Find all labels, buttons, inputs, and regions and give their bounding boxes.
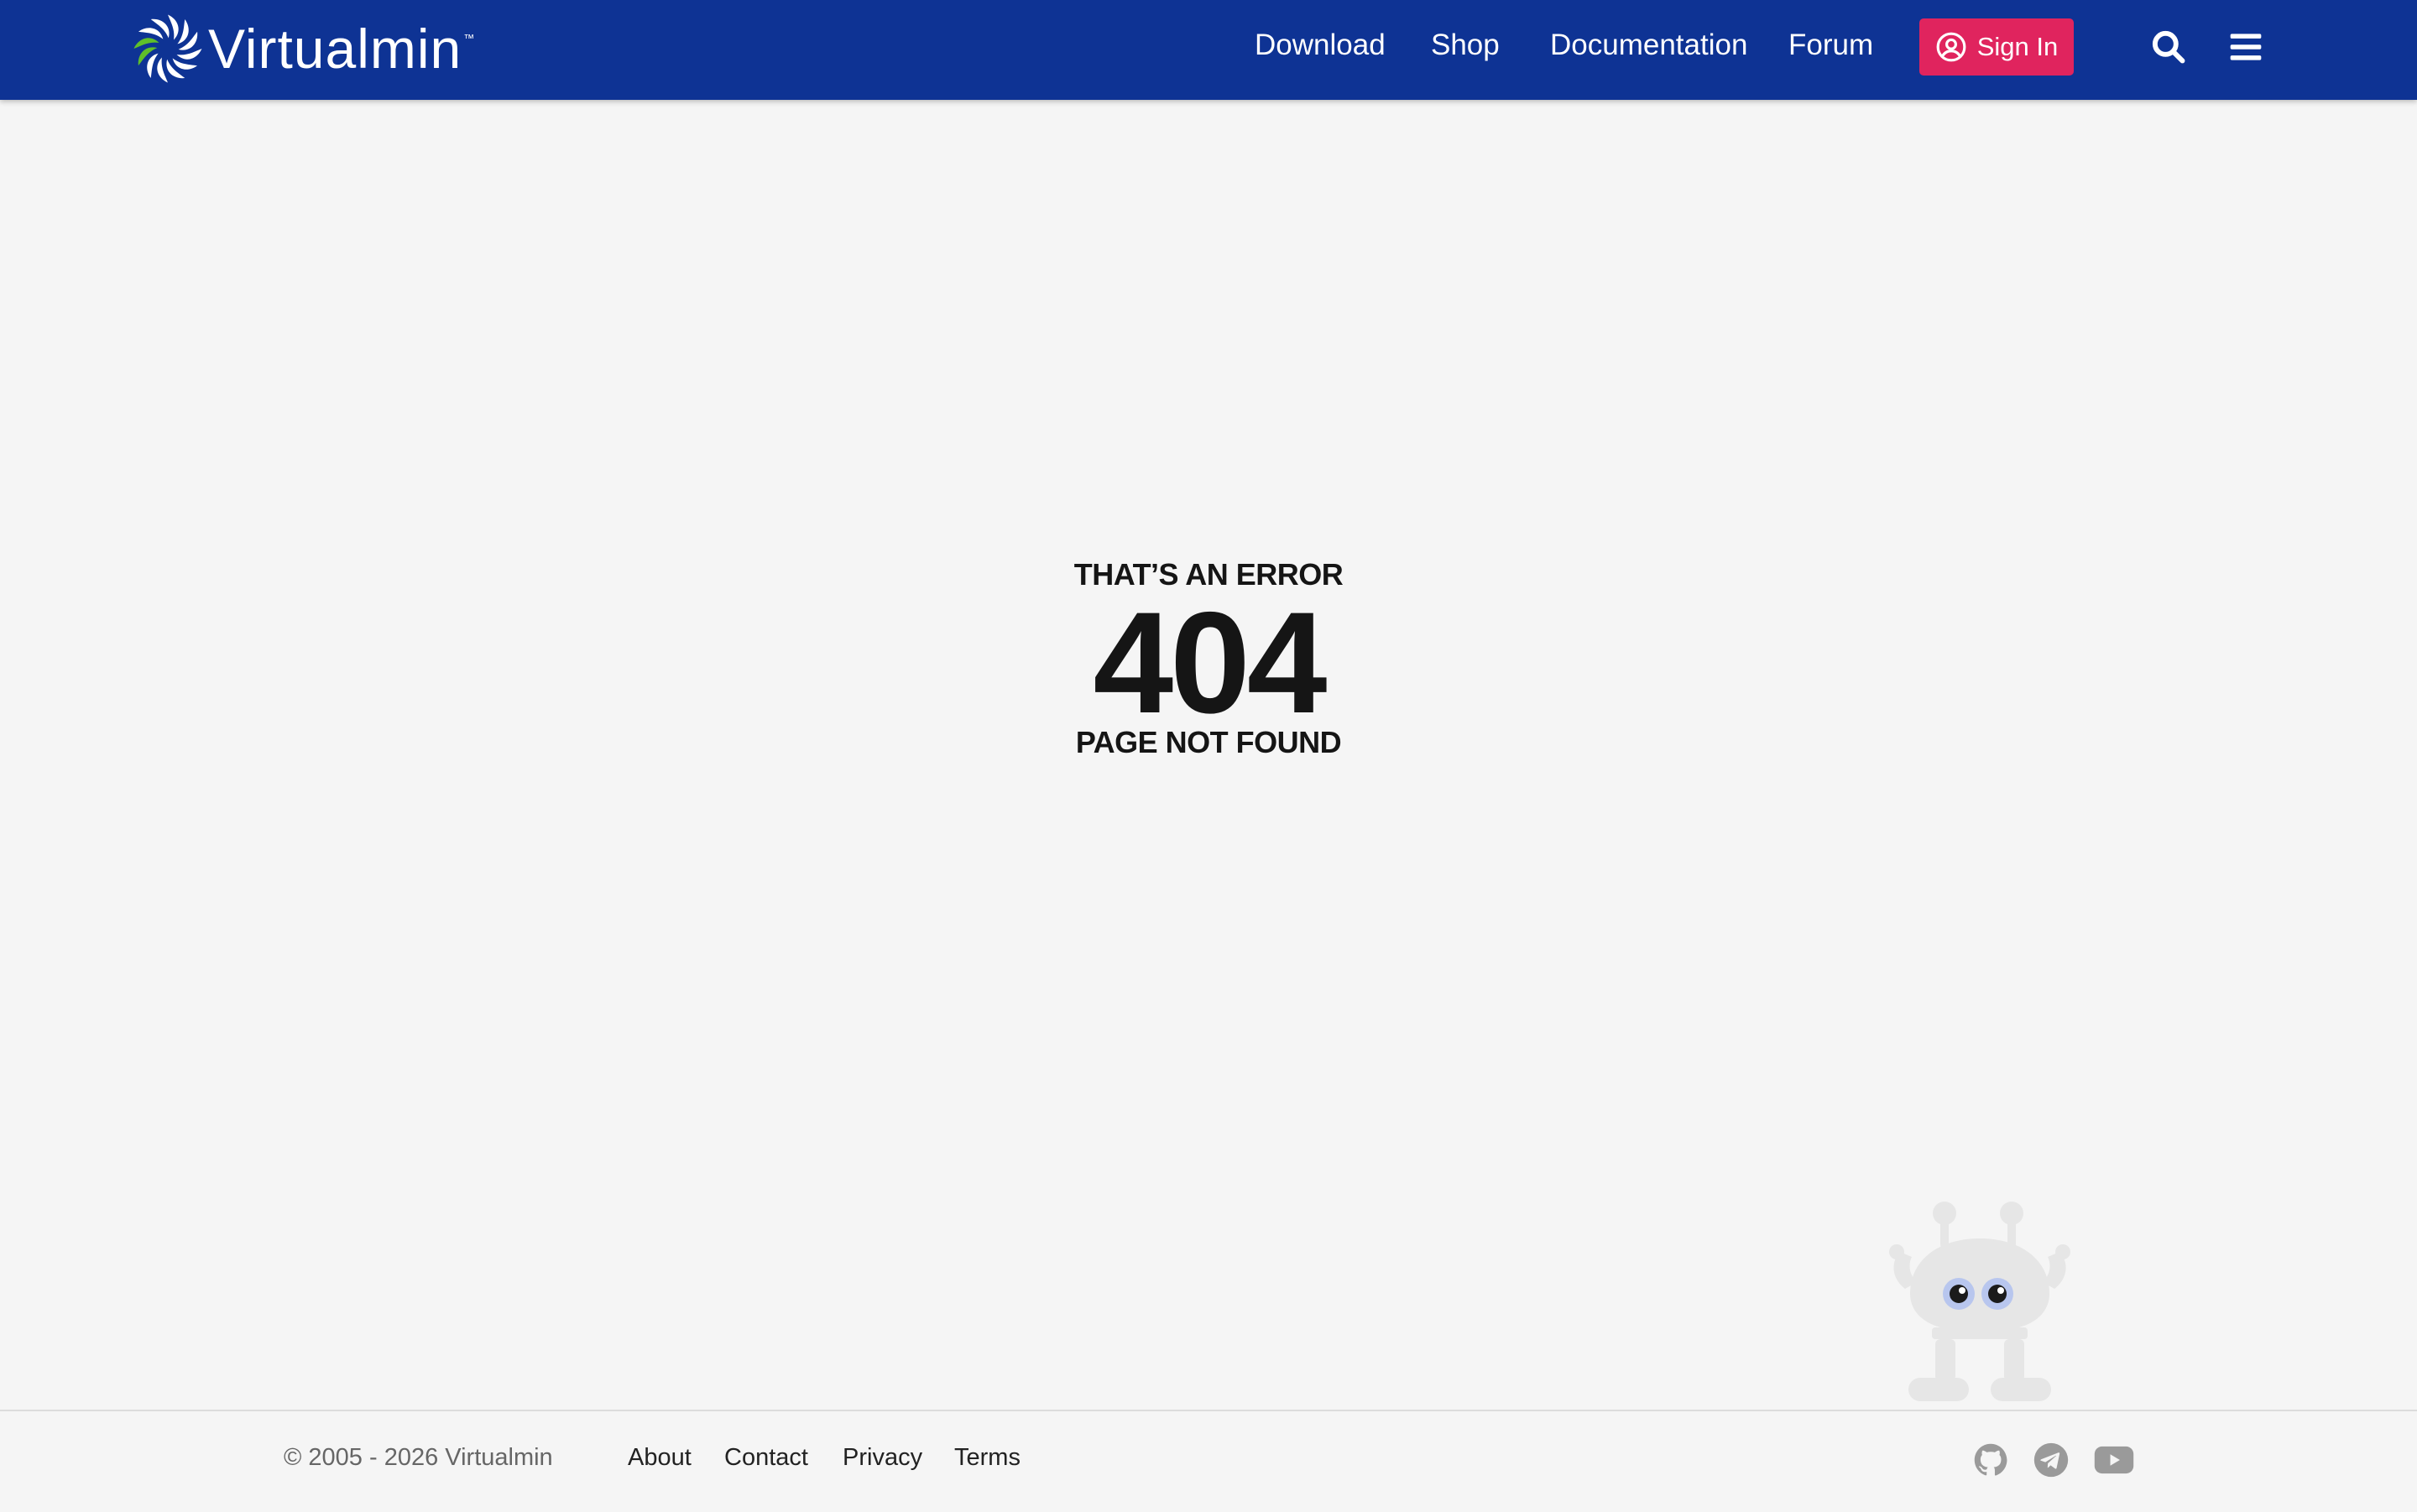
robot-mascot-icon (1889, 1202, 2070, 1401)
nav-forum[interactable]: Forum (1788, 29, 1873, 62)
sign-in-label: Sign In (1976, 32, 2059, 61)
telegram-icon[interactable] (2033, 1442, 2070, 1478)
site-footer: © 2005 - 2026 Virtualmin About Contact P… (0, 1410, 2417, 1512)
footer-link-privacy[interactable]: Privacy (843, 1444, 922, 1472)
site-header: Virtualmin ™ Download Shop Documentation… (0, 0, 2417, 100)
nav-shop[interactable]: Shop (1431, 29, 1500, 62)
youtube-icon[interactable] (2093, 1442, 2135, 1478)
footer-link-about[interactable]: About (628, 1444, 692, 1472)
menu-icon[interactable] (2227, 29, 2264, 65)
error-message: PAGE NOT FOUND (1075, 725, 1342, 759)
footer-link-contact[interactable]: Contact (724, 1444, 808, 1472)
user-circle-icon (1936, 32, 1966, 62)
error-code: 404 (1093, 582, 1328, 743)
nav-documentation[interactable]: Documentation (1550, 29, 1747, 62)
copyright-text: © 2005 - 2026 Virtualmin (284, 1444, 553, 1471)
search-icon[interactable] (2150, 29, 2187, 65)
footer-link-terms[interactable]: Terms (954, 1444, 1021, 1472)
nav-download[interactable]: Download (1255, 29, 1386, 62)
sign-in-button[interactable]: Sign In (1919, 18, 2074, 76)
github-icon[interactable] (1972, 1442, 2009, 1478)
